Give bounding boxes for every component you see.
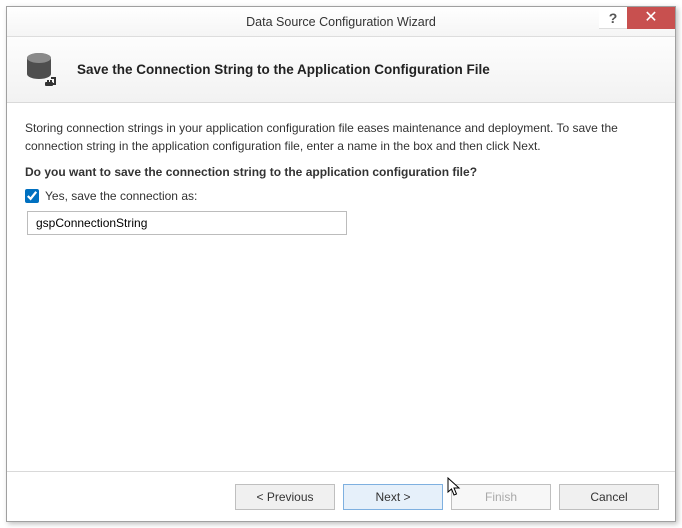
- finish-button[interactable]: Finish: [451, 484, 551, 510]
- cancel-button[interactable]: Cancel: [559, 484, 659, 510]
- wizard-content: Storing connection strings in your appli…: [7, 103, 675, 471]
- close-icon: ✕: [644, 10, 657, 26]
- window-title: Data Source Configuration Wizard: [7, 15, 675, 29]
- prompt-text: Do you want to save the connection strin…: [25, 165, 657, 179]
- help-button[interactable]: ?: [599, 7, 627, 29]
- wizard-dialog: Data Source Configuration Wizard ? ✕ Sav…: [6, 6, 676, 522]
- titlebar-controls: ? ✕: [599, 7, 675, 36]
- next-button[interactable]: Next >: [343, 484, 443, 510]
- previous-button[interactable]: < Previous: [235, 484, 335, 510]
- description-text: Storing connection strings in your appli…: [25, 119, 657, 155]
- save-connection-checkbox-row[interactable]: Yes, save the connection as:: [25, 189, 657, 203]
- checkbox-label: Yes, save the connection as:: [45, 189, 197, 203]
- wizard-footer: < Previous Next > Finish Cancel: [7, 471, 675, 521]
- connection-name-input[interactable]: [27, 211, 347, 235]
- database-icon: [25, 52, 59, 88]
- close-button[interactable]: ✕: [627, 7, 675, 29]
- wizard-step-title: Save the Connection String to the Applic…: [77, 62, 490, 77]
- titlebar: Data Source Configuration Wizard ? ✕: [7, 7, 675, 37]
- save-connection-checkbox[interactable]: [25, 189, 39, 203]
- wizard-header: Save the Connection String to the Applic…: [7, 37, 675, 103]
